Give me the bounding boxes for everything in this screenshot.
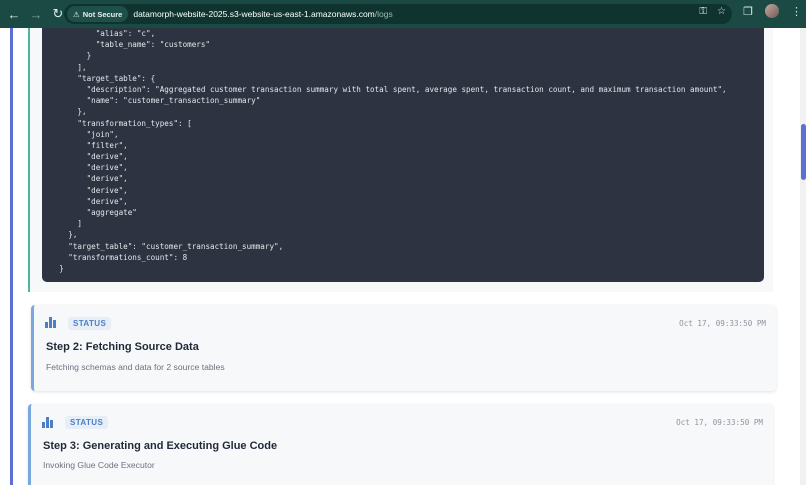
code-line: }, bbox=[50, 107, 87, 117]
bar-chart-icon bbox=[42, 417, 54, 428]
code-line: "derive", bbox=[50, 163, 128, 173]
url-text[interactable]: datamorph-website-2025.s3-website-us-eas… bbox=[133, 9, 392, 19]
code-line: "filter", bbox=[50, 140, 128, 150]
log-entry-success: "alias": "c", "table_name": "customers" … bbox=[28, 28, 773, 292]
browser-toolbar: ← → ↻ ⚠ Not Secure datamorph-website-202… bbox=[0, 0, 806, 28]
code-line: "target_table": "customer_transaction_su… bbox=[50, 241, 284, 251]
code-line: "name": "customer_transaction_summary" bbox=[50, 96, 261, 106]
log-entry-step-3: STATUS Oct 17, 09:33:50 PM Step 3: Gener… bbox=[28, 404, 773, 485]
logs-page: "alias": "c", "table_name": "customers" … bbox=[0, 28, 806, 485]
step-title: Step 3: Generating and Executing Glue Co… bbox=[43, 440, 278, 452]
profile-avatar[interactable] bbox=[765, 4, 779, 18]
code-line: "alias": "c", bbox=[50, 29, 156, 38]
status-badge: STATUS bbox=[65, 416, 109, 429]
code-line: "derive", bbox=[50, 196, 128, 206]
code-line: "join", bbox=[50, 129, 119, 139]
code-line: "transformation_types": [ bbox=[50, 118, 192, 128]
scrollbar-thumb[interactable] bbox=[801, 124, 806, 180]
code-lines: "alias": "c", "table_name": "customers" … bbox=[50, 28, 727, 274]
step-description: Fetching schemas and data for 2 source t… bbox=[46, 362, 225, 372]
code-line: }, bbox=[50, 230, 78, 240]
bookmark-star-icon[interactable]: ☆ bbox=[717, 6, 726, 17]
back-arrow-icon[interactable]: ← bbox=[4, 4, 24, 24]
code-line: "transformations_count": 8 bbox=[50, 252, 188, 262]
warning-icon: ⚠ bbox=[73, 9, 80, 19]
step-title: Step 2: Fetching Source Data bbox=[46, 341, 199, 353]
more-menu-icon[interactable]: ⋮ bbox=[791, 5, 802, 18]
status-badge: STATUS bbox=[68, 317, 112, 330]
timestamp: Oct 17, 09:33:50 PM bbox=[676, 418, 763, 427]
bar-chart-icon bbox=[45, 317, 57, 328]
url-path: /logs bbox=[374, 9, 393, 19]
password-key-icon[interactable]: ⚿ bbox=[699, 6, 707, 17]
timestamp: Oct 17, 09:33:50 PM bbox=[679, 319, 766, 328]
code-line: "aggregate" bbox=[50, 208, 137, 217]
code-line: "derive", bbox=[50, 185, 128, 195]
json-code-block: "alias": "c", "table_name": "customers" … bbox=[42, 28, 764, 282]
code-line: } bbox=[50, 51, 92, 61]
security-label: Not Secure bbox=[82, 9, 123, 19]
code-line: "derive", bbox=[50, 174, 128, 184]
code-line: ] bbox=[50, 219, 83, 229]
timeline-rail bbox=[10, 28, 13, 485]
forward-arrow-icon[interactable]: → bbox=[26, 4, 46, 24]
url-host: datamorph-website-2025.s3-website-us-eas… bbox=[133, 9, 375, 19]
code-line: } bbox=[50, 263, 64, 273]
address-bar[interactable]: ⚠ Not Secure datamorph-website-2025.s3-w… bbox=[64, 4, 732, 24]
step-description: Invoking Glue Code Executor bbox=[43, 460, 155, 470]
extensions-puzzle-icon[interactable]: ❐ bbox=[743, 5, 753, 18]
code-line: "description": "Aggregated customer tran… bbox=[50, 84, 727, 94]
scrollbar-track[interactable] bbox=[800, 28, 806, 485]
code-line: "table_name": "customers" bbox=[50, 40, 211, 50]
security-indicator[interactable]: ⚠ Not Secure bbox=[67, 6, 129, 22]
code-line: ], bbox=[50, 62, 87, 72]
log-entry-step-2: STATUS Oct 17, 09:33:50 PM Step 2: Fetch… bbox=[31, 305, 776, 391]
code-line: "target_table": { bbox=[50, 73, 156, 83]
code-line: "derive", bbox=[50, 152, 128, 162]
